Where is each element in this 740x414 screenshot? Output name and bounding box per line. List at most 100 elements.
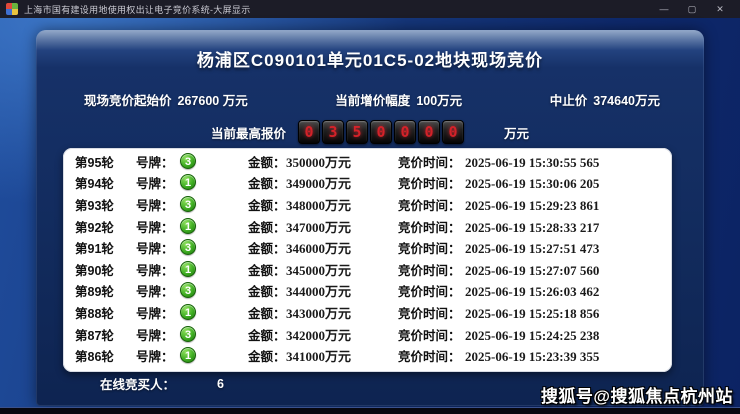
bid-time: 2025-06-19 15:29:23 861 (465, 196, 599, 216)
paddle-number-badge: 3 (180, 239, 196, 255)
paddle-number-badge: 1 (180, 174, 196, 190)
paddle-number-badge: 1 (180, 347, 196, 363)
time-label: 竞价时间： (398, 326, 461, 346)
maximize-icon[interactable]: ▢ (678, 0, 706, 18)
app-window: 上海市国有建设用地使用权出让电子竞价系统-大屏显示 — ▢ ✕ 杨浦区C0901… (0, 0, 740, 414)
time-label: 竞价时间： (398, 261, 461, 281)
bid-round: 第92轮 (75, 218, 114, 238)
bid-digit: 5 (346, 120, 368, 144)
paddle-number-badge: 1 (180, 218, 196, 234)
bid-time: 2025-06-19 15:24:25 238 (465, 326, 599, 346)
bid-time: 2025-06-19 15:27:51 473 (465, 239, 599, 259)
minimize-icon[interactable]: — (650, 0, 678, 18)
page-title: 杨浦区C090101单元01C5-02地块现场竞价 (36, 46, 704, 71)
time-label: 竞价时间： (398, 196, 461, 216)
bid-round: 第91轮 (75, 239, 114, 259)
paddle-number-badge: 3 (180, 282, 196, 298)
bid-round: 第86轮 (75, 347, 114, 367)
online-bidders-label: 在线竞买人： (100, 374, 175, 393)
start-price-label: 现场竞价起始价 (84, 94, 172, 108)
amount-label: 金额： (248, 218, 286, 238)
paddle-label: 号牌： (136, 153, 174, 173)
amount-label: 金额： (248, 239, 286, 259)
paddle-label: 号牌： (136, 196, 174, 216)
bid-round: 第95轮 (75, 153, 114, 173)
bid-amount: 341000万元 (286, 347, 351, 367)
table-row: 第95轮 号牌： 3 金额： 350000万元 竞价时间： 2025-06-19… (63, 153, 672, 173)
auction-panel: 杨浦区C090101单元01C5-02地块现场竞价 现场竞价起始价 267600 … (36, 30, 704, 406)
time-label: 竞价时间： (398, 304, 461, 324)
increment: 当前增价幅度100万元 (335, 90, 462, 109)
bid-time: 2025-06-19 15:26:03 462 (465, 282, 599, 302)
start-price: 现场竞价起始价 267600 万元 (84, 90, 248, 109)
paddle-label: 号牌： (136, 304, 174, 324)
amount-label: 金额： (248, 174, 286, 194)
increment-value: 100万元 (416, 94, 462, 108)
amount-label: 金额： (248, 282, 286, 302)
table-row: 第89轮 号牌： 3 金额： 344000万元 竞价时间： 2025-06-19… (63, 282, 672, 302)
highest-bid-label: 当前最高报价 (211, 123, 286, 142)
bid-digit: 0 (370, 120, 392, 144)
time-label: 竞价时间： (398, 174, 461, 194)
amount-label: 金额： (248, 196, 286, 216)
app-logo-icon (6, 3, 18, 15)
paddle-label: 号牌： (136, 261, 174, 281)
time-label: 竞价时间： (398, 153, 461, 173)
paddle-number-badge: 3 (180, 326, 196, 342)
bid-time: 2025-06-19 15:23:39 355 (465, 347, 599, 367)
table-row: 第88轮 号牌： 1 金额： 343000万元 竞价时间： 2025-06-19… (63, 304, 672, 324)
window-controls: — ▢ ✕ (650, 0, 734, 18)
close-icon[interactable]: ✕ (706, 0, 734, 18)
time-label: 竞价时间： (398, 239, 461, 259)
bid-amount: 349000万元 (286, 174, 351, 194)
paddle-label: 号牌： (136, 239, 174, 259)
paddle-number-badge: 1 (180, 261, 196, 277)
bid-time: 2025-06-19 15:25:18 856 (465, 304, 599, 324)
bid-digit: 0 (394, 120, 416, 144)
table-row: 第93轮 号牌： 3 金额： 348000万元 竞价时间： 2025-06-19… (63, 196, 672, 216)
bid-round: 第87轮 (75, 326, 114, 346)
paddle-label: 号牌： (136, 326, 174, 346)
bid-round: 第89轮 (75, 282, 114, 302)
auction-screen: 杨浦区C090101单元01C5-02地块现场竞价 现场竞价起始价 267600 … (0, 18, 740, 414)
window-titlebar: 上海市国有建设用地使用权出让电子竞价系统-大屏显示 — ▢ ✕ (0, 0, 740, 18)
bid-time: 2025-06-19 15:28:33 217 (465, 218, 599, 238)
paddle-label: 号牌： (136, 174, 174, 194)
bid-round: 第94轮 (75, 174, 114, 194)
table-row: 第87轮 号牌： 3 金额： 342000万元 竞价时间： 2025-06-19… (63, 326, 672, 346)
window-title: 上海市国有建设用地使用权出让电子竞价系统-大屏显示 (24, 3, 251, 16)
paddle-number-badge: 3 (180, 196, 196, 212)
table-row: 第90轮 号牌： 1 金额： 345000万元 竞价时间： 2025-06-19… (63, 261, 672, 281)
reserve-price-value: 374640万元 (593, 94, 660, 108)
highest-bid-led-display: 0 3 5 0 0 0 0 (298, 120, 464, 144)
amount-label: 金额： (248, 326, 286, 346)
auction-summary: 现场竞价起始价 267600 万元 当前增价幅度100万元 中止价 374640万元 (36, 90, 704, 109)
table-row: 第94轮 号牌： 1 金额： 349000万元 竞价时间： 2025-06-19… (63, 174, 672, 194)
table-row: 第92轮 号牌： 1 金额： 347000万元 竞价时间： 2025-06-19… (63, 218, 672, 238)
bid-amount: 342000万元 (286, 326, 351, 346)
highest-bid-unit: 万元 (504, 123, 529, 142)
paddle-number-badge: 3 (180, 153, 196, 169)
bid-history-table: 第95轮 号牌： 3 金额： 350000万元 竞价时间： 2025-06-19… (63, 148, 672, 372)
paddle-number-badge: 1 (180, 304, 196, 320)
bid-digit: 0 (442, 120, 464, 144)
bottom-strip (0, 407, 740, 414)
bid-time: 2025-06-19 15:30:06 205 (465, 174, 599, 194)
bid-amount: 346000万元 (286, 239, 351, 259)
paddle-label: 号牌： (136, 218, 174, 238)
table-row: 第86轮 号牌： 1 金额： 341000万元 竞价时间： 2025-06-19… (63, 347, 672, 367)
reserve-price-label: 中止价 (550, 94, 588, 108)
start-price-value: 267600 万元 (178, 94, 248, 108)
bid-round: 第93轮 (75, 196, 114, 216)
bid-amount: 347000万元 (286, 218, 351, 238)
online-bidders-count: 6 (217, 377, 224, 391)
online-bidders: 在线竞买人： 6 (100, 374, 224, 393)
bid-digit: 0 (298, 120, 320, 144)
paddle-label: 号牌： (136, 347, 174, 367)
bid-amount: 345000万元 (286, 261, 351, 281)
time-label: 竞价时间： (398, 282, 461, 302)
table-row: 第91轮 号牌： 3 金额： 346000万元 竞价时间： 2025-06-19… (63, 239, 672, 259)
bid-amount: 348000万元 (286, 196, 351, 216)
time-label: 竞价时间： (398, 218, 461, 238)
bid-time: 2025-06-19 15:27:07 560 (465, 261, 599, 281)
